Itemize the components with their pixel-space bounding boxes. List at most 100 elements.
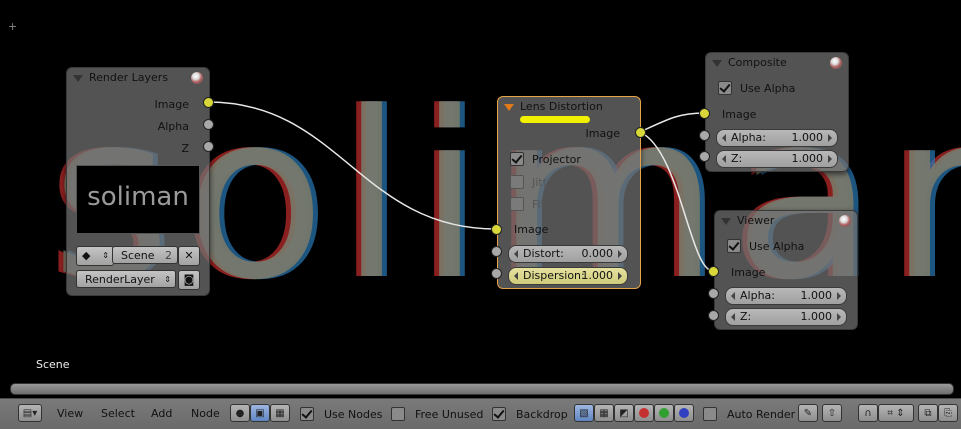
draw-alpha-button[interactable]: ◩: [614, 404, 634, 422]
preview-toggle-icon[interactable]: [830, 57, 842, 69]
socket-in-dispersion[interactable]: [491, 268, 502, 279]
channel-green-button[interactable]: [654, 404, 674, 422]
texture-nodes-button[interactable]: ▦: [270, 404, 290, 422]
socket-in-z[interactable]: [708, 310, 719, 321]
socket-in-image[interactable]: [699, 108, 710, 119]
node-header[interactable]: Render Layers: [67, 68, 209, 88]
z-field[interactable]: Z: 1.000: [725, 308, 847, 326]
use-alpha-checkbox[interactable]: Use Alpha: [718, 81, 795, 95]
link-renderlayers-lens[interactable]: [207, 101, 497, 230]
pin-button[interactable]: ✎: [798, 404, 818, 422]
input-label-image: Image: [731, 266, 766, 279]
checkbox-icon: [300, 407, 314, 421]
checkbox-icon: [703, 407, 717, 421]
socket-in-image[interactable]: [491, 224, 502, 235]
link-lens-composite[interactable]: [639, 112, 706, 133]
close-icon: ✕: [184, 249, 194, 262]
node-header[interactable]: Composite: [706, 53, 848, 73]
auto-render-checkbox[interactable]: Auto Render: [703, 407, 795, 421]
copy-nodes-button[interactable]: ⧉: [918, 404, 938, 422]
alpha-value: 1.000: [800, 289, 833, 302]
socket-in-alpha[interactable]: [699, 130, 710, 141]
snap-element-select[interactable]: ⌗ ⇕: [878, 404, 914, 422]
preview-toggle-icon[interactable]: [839, 215, 851, 227]
paste-nodes-button[interactable]: ⎘: [938, 404, 958, 422]
menu-add[interactable]: Add: [151, 407, 172, 420]
z-value: 1.000: [791, 152, 824, 165]
snap-toggle-button[interactable]: ∩: [858, 404, 878, 422]
distort-label: Distort:: [523, 247, 564, 260]
socket-out-image[interactable]: [635, 127, 646, 138]
fit-checkbox[interactable]: Fit: [510, 197, 545, 211]
socket-out-alpha[interactable]: [203, 119, 214, 130]
increment-arrow-icon[interactable]: [828, 155, 832, 163]
backdrop-label: Backdrop: [516, 407, 568, 421]
socket-in-distort[interactable]: [491, 246, 502, 257]
projector-checkbox[interactable]: Projector: [510, 152, 581, 166]
backdrop-checkbox[interactable]: Backdrop: [492, 407, 568, 421]
node-header[interactable]: Lens Distortion: [498, 97, 640, 117]
collapse-triangle-icon[interactable]: [721, 218, 731, 225]
use-alpha-checkbox[interactable]: Use Alpha: [727, 239, 804, 253]
paste-icon: ⎘: [944, 407, 952, 419]
checkbox-icon: [718, 81, 732, 95]
preview-toggle-icon[interactable]: [191, 72, 203, 84]
decrement-arrow-icon[interactable]: [731, 313, 735, 321]
scrollbar-thumb[interactable]: [10, 383, 954, 395]
alpha-field[interactable]: Alpha: 1.000: [716, 129, 838, 147]
scene-name-field[interactable]: Scene 2: [112, 246, 178, 264]
menu-select[interactable]: Select: [101, 407, 135, 420]
node-render-layers[interactable]: Render Layers Image Alpha Z soliman ◆ ⇕ …: [66, 67, 210, 296]
render-layer-select[interactable]: RenderLayer ⇕: [76, 270, 176, 288]
node-composite[interactable]: Composite Use Alpha Image Alpha: 1.000 Z…: [705, 52, 849, 172]
shader-nodes-button[interactable]: ●: [230, 404, 250, 422]
dispersion-field[interactable]: Dispersion: 1.000: [508, 267, 628, 285]
node-title: Viewer: [737, 214, 775, 227]
use-nodes-checkbox[interactable]: Use Nodes: [300, 407, 383, 421]
node-editor-canvas[interactable]: + soliman soliman soliman Render Layers …: [0, 0, 961, 398]
decrement-arrow-icon[interactable]: [722, 134, 726, 142]
increment-arrow-icon[interactable]: [837, 292, 841, 300]
distort-field[interactable]: Distort: 0.000: [508, 245, 628, 263]
unlink-scene-button[interactable]: ✕: [178, 246, 200, 266]
jitter-label: Jitter: [532, 175, 559, 189]
socket-in-z[interactable]: [699, 151, 710, 162]
socket-in-image[interactable]: [708, 266, 719, 277]
decrement-arrow-icon[interactable]: [731, 292, 735, 300]
checkbox-icon: [510, 197, 524, 211]
alpha-field[interactable]: Alpha: 1.000: [725, 287, 847, 305]
decrement-arrow-icon[interactable]: [722, 155, 726, 163]
copy-icon: ⧉: [924, 407, 932, 419]
collapse-triangle-icon[interactable]: [504, 104, 514, 111]
node-lens-distortion[interactable]: Lens Distortion Image Projector Jitter F…: [497, 96, 641, 289]
node-viewer[interactable]: Viewer Use Alpha Image Alpha: 1.000 Z: 1…: [714, 210, 858, 330]
jitter-checkbox[interactable]: Jitter: [510, 175, 558, 189]
fit-label: Fit: [532, 197, 545, 211]
socket-out-image[interactable]: [203, 97, 214, 108]
collapse-triangle-icon[interactable]: [73, 75, 83, 82]
node-title: Lens Distortion: [520, 100, 603, 113]
scene-browse-button[interactable]: ◆ ⇕: [76, 246, 114, 266]
increment-arrow-icon[interactable]: [618, 272, 622, 280]
collapse-triangle-icon[interactable]: [712, 60, 722, 67]
channel-red-button[interactable]: [634, 404, 654, 422]
compositing-nodes-button[interactable]: ▣: [250, 404, 270, 422]
menu-view[interactable]: View: [57, 407, 83, 420]
socket-in-alpha[interactable]: [708, 288, 719, 299]
increment-arrow-icon[interactable]: [618, 250, 622, 258]
draw-rgba-button[interactable]: ▦: [594, 404, 614, 422]
socket-out-z[interactable]: [203, 141, 214, 152]
increment-arrow-icon[interactable]: [837, 313, 841, 321]
parent-tree-button[interactable]: ⇧: [822, 404, 842, 422]
node-header[interactable]: Viewer: [715, 211, 857, 231]
channel-blue-button[interactable]: [674, 404, 694, 422]
editor-type-button[interactable]: ▤▾: [18, 404, 42, 422]
menu-node[interactable]: Node: [191, 407, 220, 420]
render-button[interactable]: ◙: [178, 270, 200, 290]
draw-rgb-button[interactable]: ▧: [574, 404, 594, 422]
decrement-arrow-icon[interactable]: [514, 250, 518, 258]
z-field[interactable]: Z: 1.000: [716, 150, 838, 168]
increment-arrow-icon[interactable]: [828, 134, 832, 142]
free-unused-checkbox[interactable]: Free Unused: [391, 407, 483, 421]
decrement-arrow-icon[interactable]: [514, 272, 518, 280]
